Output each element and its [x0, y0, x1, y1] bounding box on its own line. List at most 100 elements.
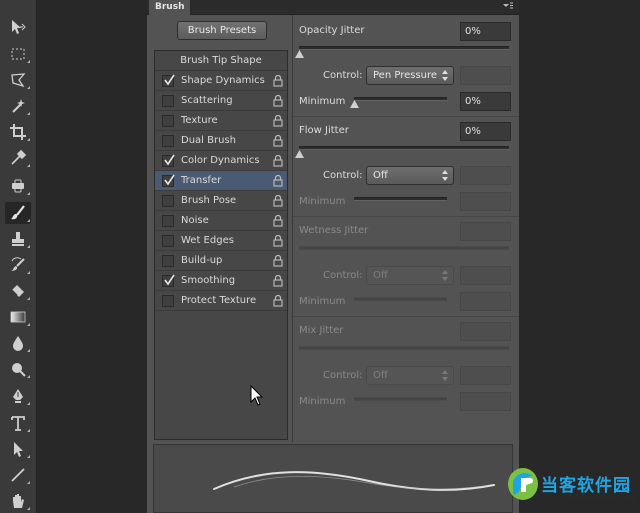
brush-option-label: Texture: [181, 115, 218, 126]
opacity-jitter-slider[interactable]: [299, 46, 509, 50]
brush-option-checkbox[interactable]: [162, 95, 174, 107]
flow-control-dropdown[interactable]: Off: [366, 166, 454, 185]
eraser-icon[interactable]: [5, 280, 31, 302]
eyedropper-icon[interactable]: [5, 147, 31, 169]
flow-minimum-slider: [354, 197, 447, 201]
brush-option-checkbox[interactable]: [162, 115, 174, 127]
brush-option-row[interactable]: Noise: [155, 211, 287, 231]
brush-option-label: Color Dynamics: [181, 155, 260, 166]
opacity-control-value: Pen Pressure: [373, 70, 438, 81]
wetness-control-extra-field: [460, 266, 511, 285]
dropdown-arrows-icon: [442, 270, 448, 281]
lock-icon[interactable]: [273, 155, 283, 167]
opacity-jitter-slider-thumb[interactable]: [295, 50, 304, 58]
lock-icon[interactable]: [273, 115, 283, 127]
brush-option-row[interactable]: Shape Dynamics: [155, 71, 287, 91]
pen-tool-icon[interactable]: [5, 385, 31, 407]
flow-jitter-field[interactable]: 0%: [460, 122, 511, 141]
brush-option-row[interactable]: Dual Brush: [155, 131, 287, 151]
flow-minimum-field: [460, 192, 511, 211]
brush-option-label: Transfer: [181, 175, 222, 186]
brush-option-checkbox[interactable]: [162, 74, 175, 87]
clone-stamp-icon[interactable]: [5, 228, 31, 250]
crop-tool-icon[interactable]: [5, 121, 31, 143]
brush-option-checkbox[interactable]: [162, 215, 174, 227]
lock-icon[interactable]: [273, 295, 283, 307]
brush-option-row[interactable]: Brush Pose: [155, 191, 287, 211]
brush-option-row[interactable]: Color Dynamics: [155, 151, 287, 171]
lock-icon[interactable]: [273, 95, 283, 107]
brush-option-checkbox[interactable]: [162, 154, 175, 167]
brush-option-row[interactable]: Wet Edges: [155, 231, 287, 251]
lock-icon[interactable]: [273, 255, 283, 267]
lock-icon[interactable]: [273, 275, 283, 287]
mix-control-value: Off: [373, 370, 388, 381]
wetness-control-dropdown: Off: [366, 266, 454, 285]
opacity-minimum-field[interactable]: 0%: [460, 92, 511, 111]
mouse-cursor-icon: [250, 385, 264, 406]
blur-icon[interactable]: [5, 332, 31, 354]
brush-option-row[interactable]: Scattering: [155, 91, 287, 111]
watermark: 当客软件园 www.downkr.com: [506, 464, 640, 513]
flow-minimum-label: Minimum: [299, 196, 346, 207]
flow-jitter-slider-thumb[interactable]: [295, 150, 304, 158]
brush-tab[interactable]: Brush: [149, 0, 191, 15]
lock-icon[interactable]: [273, 235, 283, 247]
brush-tool-icon[interactable]: [5, 202, 31, 224]
lock-icon[interactable]: [273, 215, 283, 227]
dodge-icon[interactable]: [5, 358, 31, 380]
lock-icon[interactable]: [273, 75, 283, 87]
brush-option-checkbox[interactable]: [162, 174, 175, 187]
mix-control-dropdown: Off: [366, 366, 454, 385]
watermark-url: www.downkr.com: [567, 493, 637, 502]
stroke-preview-curve: [213, 471, 495, 491]
type-tool-icon[interactable]: [5, 412, 31, 434]
brush-option-checkbox[interactable]: [162, 195, 174, 207]
lock-icon[interactable]: [273, 135, 283, 147]
brush-presets-button[interactable]: Brush Presets: [177, 21, 267, 40]
brush-option-label: Brush Pose: [181, 195, 237, 206]
gradient-icon[interactable]: [5, 306, 31, 328]
healing-brush-icon[interactable]: [5, 175, 31, 197]
brush-option-row[interactable]: Transfer: [155, 171, 287, 191]
lock-icon[interactable]: [273, 175, 283, 187]
dropdown-arrows-icon: [442, 370, 448, 381]
brush-option-checkbox[interactable]: [162, 255, 174, 267]
brush-option-checkbox[interactable]: [162, 135, 174, 147]
hand-tool-icon[interactable]: [5, 490, 31, 512]
brush-tip-shape-item[interactable]: Brush Tip Shape: [155, 51, 287, 71]
lasso-tool-icon[interactable]: [5, 69, 31, 91]
brush-option-row[interactable]: Protect Texture: [155, 291, 287, 311]
opacity-minimum-label: Minimum: [299, 96, 346, 107]
brush-option-row[interactable]: Texture: [155, 111, 287, 131]
canvas-background: [37, 0, 147, 513]
line-tool-icon[interactable]: [5, 464, 31, 486]
brush-option-row[interactable]: Smoothing: [155, 271, 287, 291]
opacity-control-dropdown[interactable]: Pen Pressure: [366, 66, 454, 85]
brush-option-checkbox[interactable]: [162, 274, 175, 287]
move-tool-icon[interactable]: [5, 16, 31, 38]
flow-jitter-label: Flow Jitter: [299, 125, 349, 136]
wetness-minimum-label: Minimum: [299, 296, 346, 307]
history-brush-icon[interactable]: [5, 254, 31, 276]
brush-option-label: Smoothing: [181, 275, 236, 286]
magic-wand-icon[interactable]: [5, 95, 31, 117]
wetness-control-value: Off: [373, 270, 388, 281]
brush-option-row[interactable]: Build-up: [155, 251, 287, 271]
opacity-minimum-slider[interactable]: [354, 97, 447, 101]
brush-option-checkbox[interactable]: [162, 295, 174, 307]
brush-option-label: Dual Brush: [181, 135, 236, 146]
mix-control-label: Control:: [323, 370, 363, 381]
opacity-jitter-field[interactable]: 0%: [460, 22, 511, 41]
marquee-tool-icon[interactable]: [5, 43, 31, 65]
brush-option-checkbox[interactable]: [162, 235, 174, 247]
brush-option-label: Build-up: [181, 255, 223, 266]
opacity-minimum-slider-thumb[interactable]: [350, 100, 359, 108]
panel-tab-bar: Brush: [147, 0, 519, 15]
flow-jitter-slider[interactable]: [299, 146, 509, 150]
panel-menu-icon[interactable]: [502, 1, 514, 13]
path-selection-icon[interactable]: [5, 438, 31, 460]
opacity-control-extra-field: [460, 66, 511, 85]
mix-jitter-label: Mix Jitter: [299, 325, 344, 336]
lock-icon[interactable]: [273, 195, 283, 207]
